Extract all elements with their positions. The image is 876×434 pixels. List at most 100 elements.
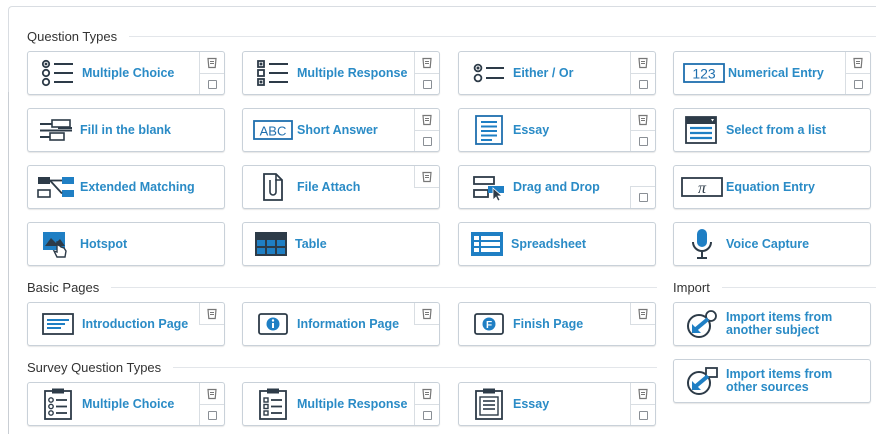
item-side-controls xyxy=(845,52,870,94)
item-type-multiple-response[interactable]: Multiple Response xyxy=(242,51,440,95)
item-select-checkbox[interactable] xyxy=(631,73,655,94)
item-type-table[interactable]: Table xyxy=(242,222,440,266)
section-title: Basic Pages xyxy=(27,279,100,295)
item-select-checkbox[interactable] xyxy=(631,187,655,208)
item-type-multiple-choice[interactable]: Multiple Choice xyxy=(27,51,225,95)
item-side-controls xyxy=(414,109,439,151)
item-bank-icon[interactable] xyxy=(631,303,655,325)
item-bank-icon[interactable] xyxy=(846,52,870,74)
multiple-choice-icon xyxy=(36,55,80,91)
item-select-checkbox[interactable] xyxy=(631,130,655,151)
short-answer-icon: ABC xyxy=(251,112,295,148)
item-type-label: Hotspot xyxy=(80,236,128,251)
section-title: Question Types xyxy=(27,28,118,44)
spreadsheet-icon xyxy=(465,226,509,262)
section-divider xyxy=(173,366,657,368)
either-or-icon xyxy=(467,55,511,91)
item-bank-icon[interactable] xyxy=(415,383,439,405)
survey-item-multiple-response[interactable]: Multiple Response xyxy=(242,382,440,426)
item-side-controls xyxy=(414,303,439,325)
introduction-page-icon xyxy=(36,306,80,342)
import-label-line2: another subject xyxy=(726,323,820,337)
item-type-short-answer[interactable]: ABC Short Answer xyxy=(242,108,440,152)
import-label: Import items from another subject xyxy=(726,311,870,337)
item-select-checkbox[interactable] xyxy=(415,73,439,94)
section-basic-pages: Basic Pages xyxy=(27,279,657,295)
file-attach-icon xyxy=(251,169,295,205)
item-type-numerical-entry[interactable]: 123 Numerical Entry xyxy=(673,51,871,95)
finish-page-icon-text: F xyxy=(486,320,492,331)
item-select-checkbox[interactable] xyxy=(631,404,655,425)
equation-entry-icon-text: π xyxy=(698,180,707,197)
item-side-controls xyxy=(199,303,224,325)
item-bank-icon[interactable] xyxy=(631,52,655,74)
item-side-controls xyxy=(630,383,655,425)
import-label-line1: Import items from xyxy=(726,310,833,324)
item-type-extended-matching[interactable]: Extended Matching xyxy=(27,165,225,209)
item-bank-icon[interactable] xyxy=(200,383,224,405)
information-page-icon xyxy=(251,306,295,342)
section-title: Survey Question Types xyxy=(27,359,162,375)
survey-item-essay[interactable]: Essay xyxy=(458,382,656,426)
item-type-file-attach[interactable]: File Attach xyxy=(242,165,440,209)
item-side-controls xyxy=(630,303,655,325)
import-subject-icon xyxy=(680,306,724,342)
item-type-essay[interactable]: Essay xyxy=(458,108,656,152)
item-side-controls xyxy=(414,383,439,425)
item-side-controls xyxy=(630,186,655,208)
item-type-either-or[interactable]: Either / Or xyxy=(458,51,656,95)
section-title: Import xyxy=(673,279,710,295)
item-bank-icon[interactable] xyxy=(200,52,224,74)
item-side-controls xyxy=(414,166,439,188)
item-bank-icon[interactable] xyxy=(415,303,439,325)
item-type-label: Equation Entry xyxy=(726,179,815,194)
item-bank-icon[interactable] xyxy=(415,109,439,131)
item-bank-icon[interactable] xyxy=(631,109,655,131)
item-type-hotspot[interactable]: Hotspot xyxy=(27,222,225,266)
item-type-label: Table xyxy=(295,236,327,251)
item-type-label: Select from a list xyxy=(726,122,827,137)
item-select-checkbox[interactable] xyxy=(415,404,439,425)
numerical-entry-icon: 123 xyxy=(682,55,726,91)
voice-capture-icon xyxy=(680,226,724,262)
import-sources-icon xyxy=(680,363,724,399)
import-label: Import items from other sources xyxy=(726,368,870,394)
item-type-fill-in-the-blank[interactable]: Fill in the blank xyxy=(27,108,225,152)
item-type-drag-and-drop[interactable]: Drag and Drop xyxy=(458,165,656,209)
import-from-other-sources[interactable]: Import items from other sources xyxy=(673,359,871,403)
item-bank-icon[interactable] xyxy=(415,166,439,188)
item-type-finish-page[interactable]: F Finish Page xyxy=(458,302,656,346)
item-type-spreadsheet[interactable]: Spreadsheet xyxy=(458,222,656,266)
section-survey-question-types: Survey Question Types xyxy=(27,359,657,375)
item-type-label: Spreadsheet xyxy=(511,236,587,251)
item-side-controls xyxy=(630,52,655,94)
drag-and-drop-icon xyxy=(467,169,511,205)
item-select-checkbox[interactable] xyxy=(200,73,224,94)
section-divider xyxy=(129,35,876,37)
item-type-information-page[interactable]: Information Page xyxy=(242,302,440,346)
item-bank-icon[interactable] xyxy=(200,303,224,325)
finish-page-icon: F xyxy=(467,306,511,342)
item-type-introduction-page[interactable]: Introduction Page xyxy=(27,302,225,346)
item-type-equation-entry[interactable]: π Equation Entry xyxy=(673,165,871,209)
item-select-checkbox[interactable] xyxy=(415,130,439,151)
item-select-checkbox[interactable] xyxy=(846,73,870,94)
item-bank-icon[interactable] xyxy=(631,383,655,405)
survey-multiple-response-icon xyxy=(251,386,295,422)
survey-item-multiple-choice[interactable]: Multiple Choice xyxy=(27,382,225,426)
hotspot-icon xyxy=(34,226,78,262)
section-divider xyxy=(721,286,876,288)
essay-icon xyxy=(467,112,511,148)
short-answer-icon-text: ABC xyxy=(260,124,287,139)
item-bank-icon[interactable] xyxy=(415,52,439,74)
numerical-entry-icon-text: 123 xyxy=(692,66,716,82)
panel-left-border xyxy=(8,92,9,434)
item-type-label: Voice Capture xyxy=(726,236,810,251)
item-type-select-from-a-list[interactable]: Select from a list xyxy=(673,108,871,152)
import-label-line2: other sources xyxy=(726,380,809,394)
select-from-list-icon xyxy=(680,112,724,148)
multiple-response-icon xyxy=(251,55,295,91)
item-type-voice-capture[interactable]: Voice Capture xyxy=(673,222,871,266)
import-from-another-subject[interactable]: Import items from another subject xyxy=(673,302,871,346)
item-select-checkbox[interactable] xyxy=(200,404,224,425)
